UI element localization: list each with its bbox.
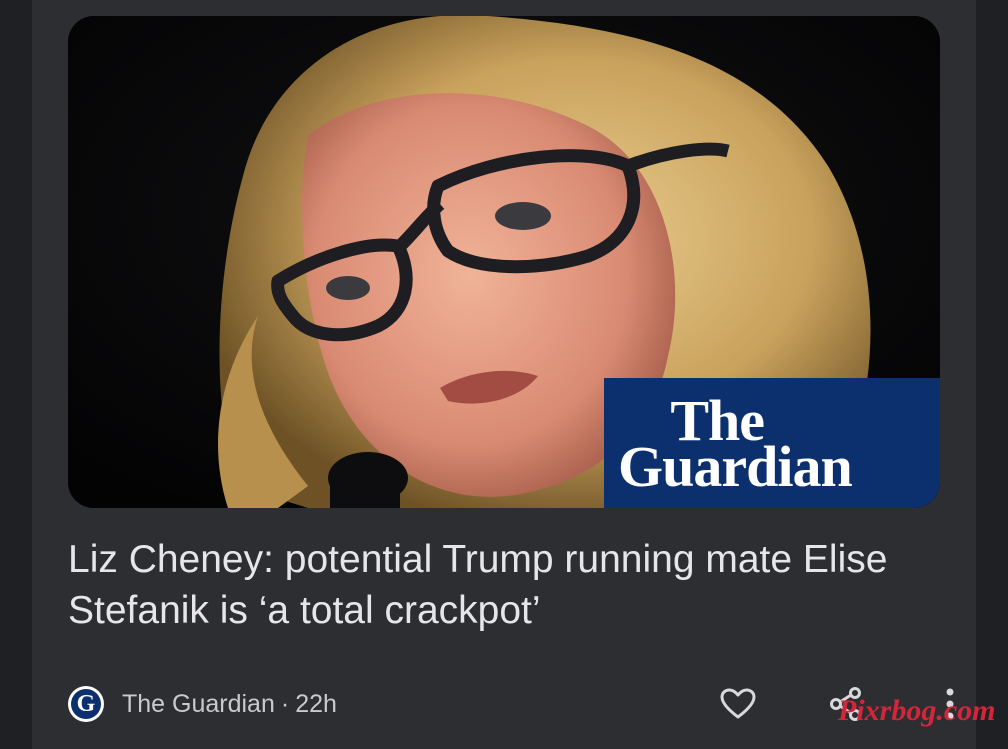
meta-separator: · bbox=[280, 689, 290, 718]
source-logo[interactable]: G bbox=[68, 686, 104, 722]
logo-line-guardian: Guardian bbox=[618, 434, 853, 499]
source-name[interactable]: The Guardian bbox=[122, 690, 275, 719]
heart-icon bbox=[720, 688, 756, 719]
article-image[interactable]: The Guardian bbox=[68, 16, 940, 508]
like-button[interactable] bbox=[718, 684, 758, 724]
watermark-text: Pixrbog.com bbox=[838, 694, 996, 727]
the-guardian-image-logo: The Guardian bbox=[604, 378, 940, 508]
article-age: 22h bbox=[295, 689, 337, 718]
source-logo-letter: G bbox=[71, 689, 101, 719]
news-card[interactable]: The Guardian Liz Cheney: potential Trump… bbox=[32, 0, 996, 749]
article-meta-row: G The Guardian · 22h bbox=[68, 684, 954, 724]
article-headline[interactable]: Liz Cheney: potential Trump running mate… bbox=[68, 534, 948, 636]
